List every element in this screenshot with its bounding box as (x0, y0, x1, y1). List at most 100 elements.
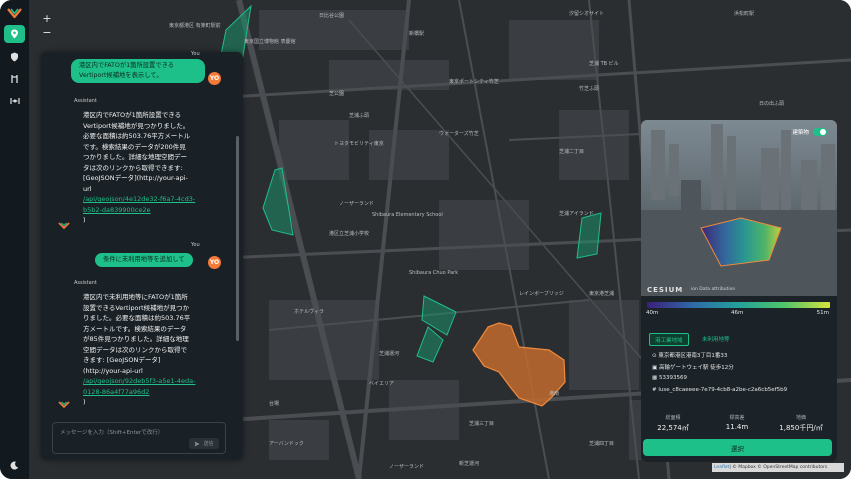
map-label: 日比谷公園 (319, 13, 345, 19)
message-line: 方メートルです。検索結果のデータ (83, 324, 187, 333)
app-logo (7, 8, 22, 19)
attribution-text: | © Mapbox © OpenStreetMap contributors (729, 465, 828, 470)
rail-drone-button[interactable] (4, 92, 25, 110)
send-label: 送信 (203, 441, 214, 447)
message-line: タは次のリンクから取得できます: (83, 163, 183, 172)
map-label: 芝浦三丁目 (469, 421, 495, 427)
rail-map-button[interactable] (4, 25, 25, 43)
map-label: 芝浦ふ頭 (349, 113, 370, 119)
map-label: 東京港芝浦 (589, 291, 615, 297)
message-line: Vertiport候補地が見つかりました。 (83, 121, 190, 130)
chat-panel: You 港区内でFATOが1箇所設置できる Vertiport候補地を表示して。… (41, 51, 243, 460)
parcel-row: ▦ 53393569 (652, 375, 687, 381)
user-message: 条件に未利用地等を追加して (95, 253, 193, 267)
assistant-avatar-icon (58, 222, 70, 229)
map-label: 東京都港区 有楽町駅前 (169, 23, 221, 29)
message-line: が85件見つかりました。詳細な地理 (83, 335, 189, 343)
send-button[interactable]: 送信 (189, 438, 219, 449)
map-label: ベイエリア (369, 381, 394, 387)
message-input[interactable]: メッセージを入力（Shift+Enterで改行） 送信 (52, 422, 226, 454)
message-line: きます: [GeoJSONデータ] (83, 356, 161, 364)
message-input-placeholder: メッセージを入力（Shift+Enterで改行） (60, 430, 164, 436)
message-line: url (83, 184, 92, 193)
rail-shield-button[interactable] (4, 48, 25, 66)
assistant-avatar-icon (58, 401, 70, 408)
map-label: ウォーターズ竹芝 (439, 131, 479, 137)
cesium-logo: CESIUM (647, 286, 684, 294)
message-line: 港区内で未利用地等にFATOが1箇所 (83, 293, 188, 301)
map-label: アーバンドック (269, 441, 304, 447)
geojson-link[interactable]: /api/geojson/92deb5f3-a5e1-4eda- 0128-86… (83, 376, 233, 397)
side-rail (0, 0, 30, 479)
elevation-colorbar (647, 302, 830, 308)
select-button[interactable]: 選択 (643, 439, 832, 456)
map-label: 東京ポートシティ竹芝 (449, 79, 499, 85)
id-text: luse_c8caeeee-7e79-4cb8-a2be-c2a6cb5ef5b… (658, 387, 788, 393)
land-price-label: 地価 (795, 415, 806, 421)
link-line[interactable]: 0128-86a4f77a96d2 (83, 387, 233, 398)
train-icon: ▣ (652, 365, 658, 371)
map-label: 芝浦四丁目 (589, 441, 615, 447)
message-line: 空間データは次のリンクから取得で (83, 345, 187, 354)
message-line: りました。必要な面積は約503.76平 (83, 314, 191, 322)
assistant-message: 港区内で未利用地等にFATOが1箇所 設置できるVertiport候補地が見つか… (83, 292, 233, 408)
link-line[interactable]: /api/geojson/92deb5f3-a5e1-4eda- (83, 376, 233, 387)
hash-icon: # (652, 387, 657, 393)
map-label: ノーザーランド (339, 201, 374, 207)
map-attribution: Leaflet | © Mapbox © OpenStreetMap contr… (712, 463, 844, 472)
message-line: (http://your-api-url (83, 366, 143, 375)
zoning-chip: 港工業地域 (649, 333, 689, 346)
rail-route-button[interactable] (4, 70, 25, 88)
map-label: 竹芝ふ頭 (579, 86, 600, 92)
map-label: 日の出ふ頭 (759, 101, 785, 107)
message-line: 必要な面積は約503.76平方メートル (83, 132, 191, 140)
user-avatar: YO (208, 256, 221, 269)
map-label: 芝浦アイランド (559, 211, 594, 217)
message-line: 設置できるVertiport候補地が見つか (83, 303, 190, 312)
map-label: レインボーブリッジ (519, 291, 564, 297)
user-avatar: YO (208, 72, 221, 85)
message-line: [GeoJSONデータ](http://your-api- (83, 174, 188, 182)
colorbar-min: 40m (646, 310, 659, 316)
route-icon (11, 75, 18, 83)
link-line[interactable]: b5b2-da839900ce2e (83, 205, 233, 216)
zoom-in-button[interactable]: + (41, 12, 53, 26)
map-label: 芝公園 (329, 91, 345, 97)
area-label: 総面積 (665, 415, 681, 421)
cesium-attribution[interactable]: ion Data attribution (691, 287, 735, 292)
map-label: 新橋駅 (409, 31, 425, 37)
grid-icon: ▦ (652, 375, 658, 381)
map-label: 汐留シオサイト (569, 11, 605, 17)
3d-city-view[interactable] (641, 120, 837, 296)
user-message: 港区内でFATOが1箇所設置できる Vertiport候補地を表示して。 (71, 59, 205, 83)
assistant-message: 港区内でFATOが1箇所設置できる Vertiport候補地が見つかりました。 … (83, 110, 233, 226)
zoom-out-button[interactable]: − (41, 26, 53, 40)
geojson-link[interactable]: /api/geojson/4e12de32-f6a7-4cd3- b5b2-da… (83, 194, 233, 215)
map-label: ホテルヴィラ (294, 309, 325, 315)
access-text: 高輪ゲートウェイ駅 徒歩12分 (658, 365, 734, 371)
elevation-label: 標高差 (729, 415, 745, 421)
leaflet-link[interactable]: Leaflet (714, 465, 729, 470)
message-line: Vertiport候補地を表示して。 (79, 72, 163, 79)
app-window: + − 東京都港区 有楽町駅前 東京国立博物館 表慶館 日比谷公園 新橋駅 汐留… (0, 0, 851, 479)
map-label: 芝浦二丁目 (559, 149, 585, 155)
link-line[interactable]: /api/geojson/4e12de32-f6a7-4cd3- (83, 194, 233, 205)
map-label: ノーザーランド (389, 464, 424, 470)
chat-scrollbar[interactable] (236, 136, 239, 341)
candidate-detail-panel: 建築物 CESIUM ion Data attribution 40m 46m … (641, 120, 837, 462)
message-line: ) (83, 398, 86, 406)
address-text: 東京都港区港南3丁目1番33 (658, 353, 728, 359)
map-label: 東京国立博物館 表慶館 (244, 39, 296, 45)
map-label: 芝浦 TB ビル (589, 61, 619, 67)
map-label: Shibaura Elementary School (372, 212, 443, 218)
map-label: 港南 (549, 391, 560, 397)
access-row: ▣ 高輪ゲートウェイ駅 徒歩12分 (652, 363, 734, 371)
message-line: 港区内でFATOが1箇所設置できる (79, 62, 175, 69)
area-value: 22,574㎡ (657, 424, 689, 432)
moon-icon (10, 461, 19, 470)
message-line: です。検索結果のデータが200件見 (83, 142, 186, 151)
building-toggle[interactable] (813, 128, 827, 136)
sender-label: Assistant (74, 280, 97, 286)
message-line: 港区内でFATOが1箇所設置できる (83, 111, 182, 119)
theme-toggle-button[interactable] (4, 456, 25, 474)
